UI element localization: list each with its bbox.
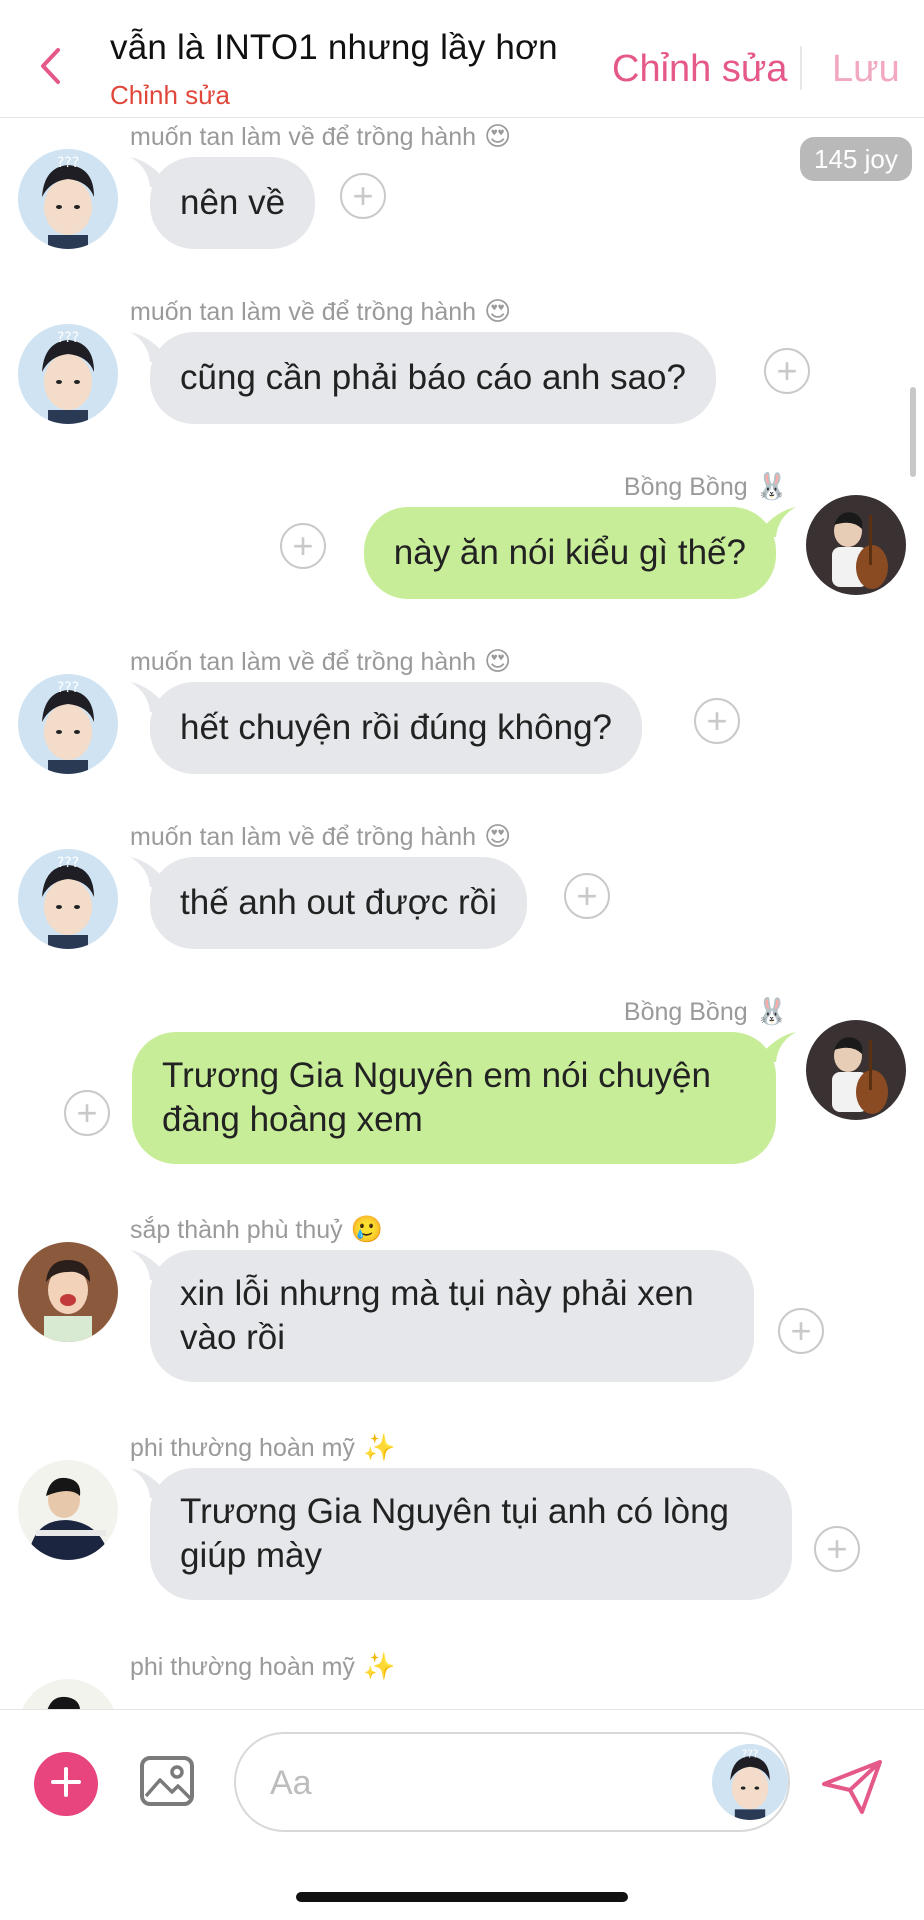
message-input[interactable] — [270, 1760, 650, 1806]
svg-text:???: ??? — [57, 330, 79, 346]
avatar[interactable]: ??? — [18, 149, 118, 249]
message-line: giúp mày — [180, 1536, 323, 1575]
avatar[interactable]: ??? — [18, 674, 118, 774]
sender-name: muốn tan làm về để trồng hành 😍 — [130, 646, 512, 676]
joy-badge: 145 joy — [800, 137, 912, 181]
message-bubble[interactable]: Trương Gia Nguyên tụi anh có lòng giúp m… — [150, 1468, 792, 1600]
header: vẫn là INTO1 nhưng lầy hơn Chỉnh sửa Chỉ… — [0, 0, 924, 118]
message-bubble[interactable]: hết chuyện rồi đúng không? — [150, 682, 642, 774]
svg-text:???: ??? — [57, 155, 79, 171]
avatar[interactable] — [18, 1460, 118, 1560]
send-icon — [820, 1760, 884, 1822]
message-line: xin lỗi nhưng mà tụi này phải xen — [180, 1274, 694, 1313]
svg-text:???: ??? — [742, 1748, 759, 1761]
image-icon — [138, 1756, 196, 1814]
send-button[interactable] — [820, 1754, 884, 1818]
sender-name: phi thường hoàn mỹ ✨ — [130, 1651, 396, 1681]
scrollbar[interactable] — [910, 387, 916, 477]
message-line: Trương Gia Nguyên em nói chuyện — [162, 1056, 711, 1095]
sender-name: Bồng Bồng 🐰 — [623, 471, 788, 501]
home-indicator — [296, 1892, 628, 1902]
message-bubble[interactable]: xin lỗi nhưng mà tụi này phải xen vào rồ… — [150, 1250, 754, 1382]
chat-title: vẫn là INTO1 nhưng lầy hơn — [110, 28, 558, 67]
svg-text:???: ??? — [57, 855, 79, 871]
add-reaction-button[interactable]: + — [814, 1526, 860, 1572]
avatar[interactable] — [18, 1242, 118, 1342]
avatar[interactable] — [806, 1020, 906, 1120]
image-button[interactable] — [138, 1752, 196, 1810]
message-line: vào rồi — [180, 1318, 286, 1357]
add-reaction-button[interactable]: + — [64, 1090, 110, 1136]
message-line: Trương Gia Nguyên tụi anh có lòng — [180, 1492, 729, 1531]
header-divider — [800, 46, 802, 90]
add-reaction-button[interactable]: + — [778, 1308, 824, 1354]
sender-name: Bồng Bồng 🐰 — [623, 996, 788, 1026]
avatar[interactable] — [806, 495, 906, 595]
sender-name: phi thường hoàn mỹ ✨ — [130, 1432, 396, 1462]
edit-button[interactable]: Chỉnh sửa — [612, 48, 787, 91]
message-bubble[interactable]: này ăn nói kiểu gì thế? — [363, 507, 776, 599]
avatar[interactable] — [18, 1679, 118, 1709]
message-bubble[interactable]: thế anh out được rồi — [150, 857, 527, 949]
add-reaction-button[interactable]: + — [564, 873, 610, 919]
message-bubble[interactable]: cũng cần phải báo cáo anh sao? — [150, 332, 716, 424]
composer-bar: ??? — [0, 1709, 924, 1920]
sender-name: muốn tan làm về để trồng hành 😍 — [130, 121, 512, 151]
chat-area[interactable]: 145 joy ??? muốn tan làm về để trồng hàn… — [0, 119, 924, 1709]
message-bubble[interactable]: Trương Gia Nguyên em nói chuyện đàng hoà… — [132, 1032, 776, 1164]
persona-avatar-button[interactable]: ??? — [712, 1744, 788, 1820]
add-reaction-button[interactable]: + — [280, 523, 326, 569]
back-button[interactable] — [30, 40, 70, 96]
add-reaction-button[interactable]: + — [764, 348, 810, 394]
message-input-box[interactable]: ??? — [234, 1732, 790, 1832]
sender-name: sắp thành phù thuỷ 🥲 — [130, 1214, 384, 1244]
add-button[interactable] — [34, 1752, 98, 1816]
sender-name: muốn tan làm về để trồng hành 😍 — [130, 296, 512, 326]
chevron-left-icon — [38, 47, 62, 90]
add-reaction-button[interactable]: + — [340, 173, 386, 219]
chat-subtitle[interactable]: Chỉnh sửa — [110, 80, 230, 111]
sender-name: muốn tan làm về để trồng hành 😍 — [130, 821, 512, 851]
add-reaction-button[interactable]: + — [694, 698, 740, 744]
message-bubble[interactable]: nên về — [150, 157, 316, 249]
save-button[interactable]: Lưu — [832, 48, 900, 91]
avatar[interactable]: ??? — [18, 324, 118, 424]
avatar[interactable]: ??? — [18, 849, 118, 949]
plus-icon — [49, 1765, 83, 1804]
message-line: đàng hoàng xem — [162, 1100, 423, 1139]
svg-text:???: ??? — [57, 680, 79, 696]
